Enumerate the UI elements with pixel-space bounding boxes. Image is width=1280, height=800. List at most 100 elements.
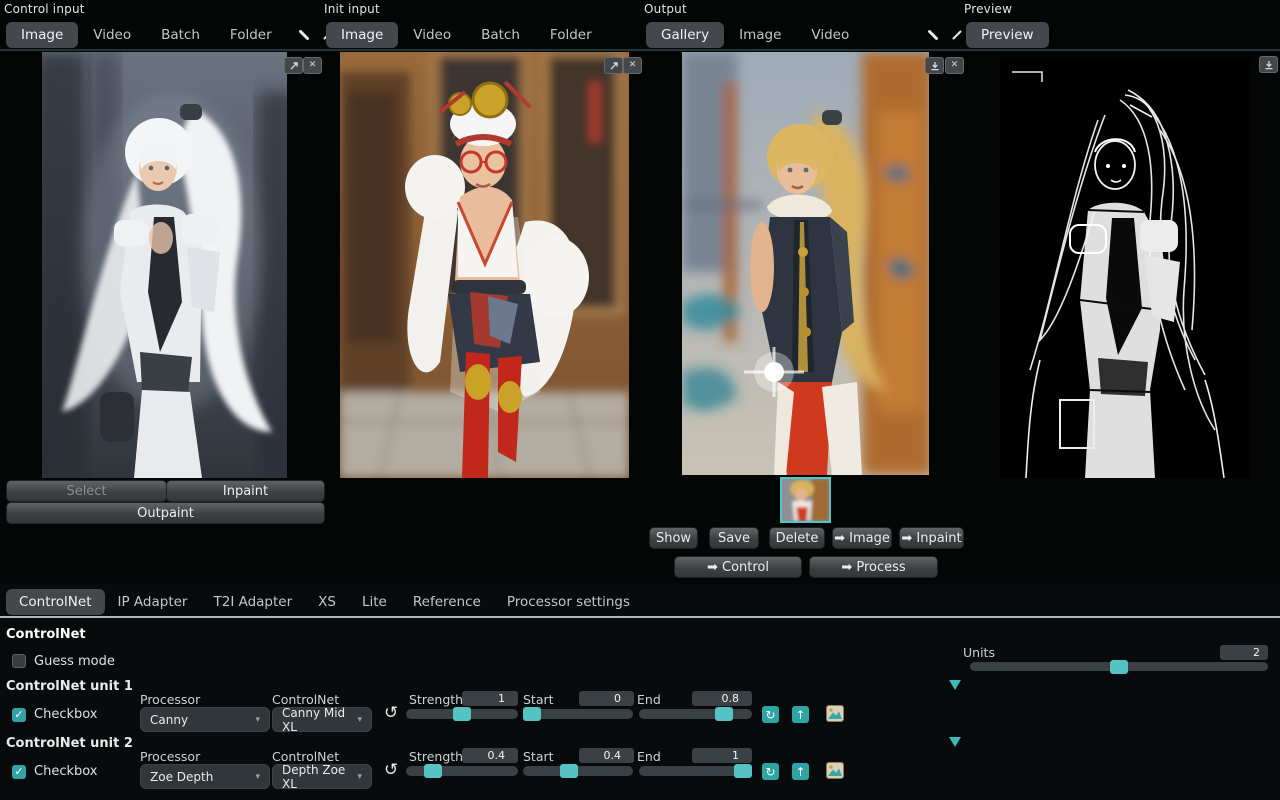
preview-tabs: Preview xyxy=(966,21,1049,49)
output-image[interactable] xyxy=(682,52,929,475)
to-inpaint-button[interactable]: ➡ Inpaint xyxy=(899,527,964,549)
tab-control-batch[interactable]: Batch xyxy=(146,22,215,48)
unit2-upload-button[interactable]: ↑ xyxy=(792,763,809,780)
unit2-processor-dropdown[interactable]: Zoe Depth ▾ xyxy=(140,764,270,789)
tab-init-image[interactable]: Image xyxy=(326,22,398,48)
tab-lite[interactable]: Lite xyxy=(349,589,400,615)
inpaint-button[interactable]: Inpaint xyxy=(166,480,325,502)
preview-image[interactable] xyxy=(1000,60,1250,478)
output-download-icon[interactable] xyxy=(925,57,944,74)
delete-button[interactable]: Delete xyxy=(769,527,825,549)
image-icon xyxy=(826,762,844,779)
unit2-start-label: Start xyxy=(523,749,554,764)
unit1-processor-dropdown[interactable]: Canny ▾ xyxy=(140,707,270,732)
tab-processor-settings[interactable]: Processor settings xyxy=(494,589,643,615)
unit2-end-handle[interactable] xyxy=(734,764,752,778)
unit1-start-label: Start xyxy=(523,692,554,707)
tab-output-image[interactable]: Image xyxy=(724,22,796,48)
units-slider-handle[interactable] xyxy=(1110,660,1128,674)
tab-xs[interactable]: XS xyxy=(305,589,349,615)
control-expand-icon[interactable] xyxy=(284,57,303,74)
tab-output-video[interactable]: Video xyxy=(796,22,864,48)
show-button[interactable]: Show xyxy=(649,527,698,549)
unit1-strength-value[interactable]: 1 xyxy=(462,691,518,706)
unit2-start-slider[interactable] xyxy=(523,766,633,776)
tab-preview[interactable]: Preview xyxy=(966,22,1049,48)
tab-control-video[interactable]: Video xyxy=(78,22,146,48)
init-image-art xyxy=(340,52,629,478)
unit1-end-slider[interactable] xyxy=(639,709,752,719)
tab-control-folder[interactable]: Folder xyxy=(215,22,287,48)
controlnet-tabs: ControlNet IP Adapter T2I Adapter XS Lit… xyxy=(6,588,643,616)
unit2-reset-icon[interactable]: ↺ xyxy=(384,762,398,779)
unit2-end-slider[interactable] xyxy=(639,766,752,776)
unit2-sync-button[interactable]: ↻ xyxy=(762,763,779,780)
tab-reference[interactable]: Reference xyxy=(400,589,494,615)
pencil-icon[interactable] xyxy=(950,28,964,42)
unit2-end-value[interactable]: 1 xyxy=(692,748,752,763)
brush-icon[interactable] xyxy=(926,28,940,42)
brush-icon-glyph xyxy=(926,28,940,42)
tab-controlnet[interactable]: ControlNet xyxy=(6,589,105,615)
preview-title: Preview xyxy=(964,2,1012,16)
unit1-model-dropdown[interactable]: Canny Mid XL ▾ xyxy=(272,707,372,732)
unit1-strength-handle[interactable] xyxy=(453,707,471,721)
units-slider[interactable] xyxy=(970,662,1268,671)
init-close-icon[interactable]: ✕ xyxy=(623,57,642,74)
unit1-enabled-checkbox[interactable]: ✓ xyxy=(12,708,26,722)
unit2-start-value[interactable]: 0.4 xyxy=(579,748,634,763)
unit2-image-button[interactable] xyxy=(826,762,844,783)
unit1-reset-icon[interactable]: ↺ xyxy=(384,705,398,722)
tab-init-batch[interactable]: Batch xyxy=(466,22,535,48)
unit1-processor-label: Processor xyxy=(140,692,200,707)
gallery-thumbnail[interactable] xyxy=(780,477,831,523)
unit2-collapse-icon[interactable] xyxy=(949,737,961,747)
brush-icon[interactable] xyxy=(297,28,311,42)
unit2-title: ControlNet unit 2 xyxy=(6,736,133,751)
select-button[interactable]: Select xyxy=(6,480,167,502)
unit1-end-value[interactable]: 0.8 xyxy=(692,691,752,706)
tab-ip-adapter[interactable]: IP Adapter xyxy=(105,589,201,615)
output-close-icon[interactable]: ✕ xyxy=(945,57,964,74)
outpaint-button[interactable]: Outpaint xyxy=(6,502,325,524)
unit1-start-value[interactable]: 0 xyxy=(579,691,634,706)
save-button[interactable]: Save xyxy=(709,527,759,549)
tab-t2i-adapter[interactable]: T2I Adapter xyxy=(200,589,305,615)
tab-init-folder[interactable]: Folder xyxy=(535,22,607,48)
unit1-collapse-icon[interactable] xyxy=(949,680,961,690)
unit2-strength-value[interactable]: 0.4 xyxy=(462,748,518,763)
to-image-button[interactable]: ➡ Image xyxy=(832,527,892,549)
unit1-start-slider[interactable] xyxy=(523,709,633,719)
download-glyph xyxy=(930,61,940,71)
init-input-image[interactable] xyxy=(340,52,629,478)
preview-download-icon[interactable] xyxy=(1259,56,1278,73)
units-value[interactable]: 2 xyxy=(1220,645,1268,660)
unit2-enabled-checkbox[interactable]: ✓ xyxy=(12,765,26,779)
output-tabs: Gallery Image Video xyxy=(646,21,964,49)
unit2-strength-slider[interactable] xyxy=(406,766,518,776)
tab-init-video[interactable]: Video xyxy=(398,22,466,48)
unit1-enabled-label: Checkbox xyxy=(34,707,98,722)
init-input-tabs: Image Video Batch Folder xyxy=(326,21,607,49)
to-control-button[interactable]: ➡ Control xyxy=(674,556,802,578)
unit2-strength-label: Strength xyxy=(409,749,463,764)
init-expand-icon[interactable] xyxy=(604,57,623,74)
unit1-image-button[interactable] xyxy=(826,705,844,726)
unit2-start-handle[interactable] xyxy=(560,764,578,778)
chevron-down-icon: ▾ xyxy=(357,772,362,782)
tab-output-gallery[interactable]: Gallery xyxy=(646,22,724,48)
to-process-button[interactable]: ➡ Process xyxy=(809,556,938,578)
units-label: Units xyxy=(963,645,995,660)
control-close-icon[interactable]: ✕ xyxy=(303,57,322,74)
unit1-upload-button[interactable]: ↑ xyxy=(792,706,809,723)
unit1-end-handle[interactable] xyxy=(715,707,733,721)
guess-mode-checkbox[interactable] xyxy=(12,654,26,668)
tab-control-image[interactable]: Image xyxy=(6,22,78,48)
unit1-start-handle[interactable] xyxy=(523,707,541,721)
expand-glyph xyxy=(609,61,619,71)
unit1-sync-button[interactable]: ↻ xyxy=(762,706,779,723)
unit1-strength-slider[interactable] xyxy=(406,709,518,719)
unit2-strength-handle[interactable] xyxy=(424,764,442,778)
unit2-model-dropdown[interactable]: Depth Zoe XL ▾ xyxy=(272,764,372,789)
control-input-image[interactable] xyxy=(42,52,287,478)
